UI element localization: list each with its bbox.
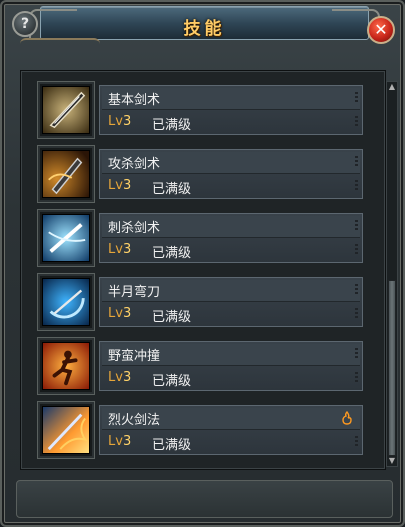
skill-status: 已满级 [152, 246, 192, 261]
row-grip [355, 436, 358, 448]
skill-level: Lv3 [108, 178, 132, 193]
skill-name: 刺杀剑术 [108, 221, 161, 236]
skill-row[interactable]: 半月弯刀 Lv3 已满级 [33, 273, 363, 331]
row-grip [355, 284, 358, 296]
skill-row[interactable]: 刺杀剑术 Lv3 已满级 [33, 209, 363, 267]
skill-name: 烈火剑法 [108, 413, 161, 428]
skill-status: 已满级 [152, 438, 192, 453]
barbarian-charge-icon [42, 342, 90, 390]
skill-row[interactable]: 攻杀剑术 Lv3 已满级 [33, 145, 363, 203]
help-button[interactable]: ? [12, 11, 38, 37]
row-grip [355, 308, 358, 320]
row-grip [355, 348, 358, 360]
row-grip [355, 244, 358, 256]
skill-icon-frame [37, 145, 95, 203]
row-grip [355, 372, 358, 384]
footer-tab [20, 38, 100, 50]
list-scrollbar[interactable]: ▲ ▼ [386, 81, 398, 467]
skill-icon-frame [37, 401, 95, 459]
row-grip [355, 180, 358, 192]
skill-info: 野蛮冲撞 Lv3 已满级 [99, 341, 363, 391]
row-grip [355, 156, 358, 168]
skill-level: Lv3 [108, 434, 132, 449]
close-button[interactable]: ✕ [367, 16, 395, 44]
skill-row[interactable]: 烈火剑法 Lv3 已满级 [33, 401, 363, 459]
skill-icon-frame [37, 337, 95, 395]
skill-info: 刺杀剑术 Lv3 已满级 [99, 213, 363, 263]
skill-icon-frame [37, 81, 95, 139]
skill-level: Lv3 [108, 242, 132, 257]
skill-level: Lv3 [108, 370, 132, 385]
skill-info: 攻杀剑术 Lv3 已满级 [99, 149, 363, 199]
skill-name: 攻杀剑术 [108, 157, 161, 172]
skill-row[interactable]: 野蛮冲撞 Lv3 已满级 [33, 337, 363, 395]
scroll-thumb[interactable] [388, 280, 396, 456]
skill-status: 已满级 [152, 310, 192, 325]
skill-icon-frame [37, 209, 95, 267]
skill-level: Lv3 [108, 306, 132, 321]
row-grip [355, 116, 358, 128]
skill-info: 烈火剑法 Lv3 已满级 [99, 405, 363, 455]
panel-footer [16, 480, 393, 518]
row-grip [355, 92, 358, 104]
scroll-down-arrow-icon[interactable]: ▼ [387, 456, 397, 466]
window-title: 技能 [183, 19, 226, 39]
skill-info: 半月弯刀 Lv3 已满级 [99, 277, 363, 327]
skill-name: 半月弯刀 [108, 285, 161, 300]
skill-name: 基本剑术 [108, 93, 161, 108]
scroll-up-arrow-icon[interactable]: ▲ [387, 82, 397, 92]
attack-sword-icon [42, 150, 90, 198]
skill-list: 基本剑术 Lv3 已满级 攻杀剑术 Lv3 已满级 刺杀剑术 Lv3 已满级 半… [20, 70, 398, 470]
crescent-blade-icon [42, 278, 90, 326]
skill-level: Lv3 [108, 114, 132, 129]
skill-name: 野蛮冲撞 [108, 349, 161, 364]
flame-sword-icon [42, 406, 90, 454]
skill-panel: 技能 ? ✕ 基本剑术 Lv3 已满级 攻杀剑术 Lv3 已满级 刺杀剑术 Lv… [0, 0, 405, 527]
skill-row[interactable]: 基本剑术 Lv3 已满级 [33, 81, 363, 139]
skill-info: 基本剑术 Lv3 已满级 [99, 85, 363, 135]
flame-badge-icon [342, 411, 352, 425]
title-bar: 技能 [29, 6, 380, 40]
skill-status: 已满级 [152, 182, 192, 197]
skill-status: 已满级 [152, 118, 192, 133]
row-grip [355, 220, 358, 232]
skill-icon-frame [37, 273, 95, 331]
sword-blade-icon [42, 86, 90, 134]
skill-status: 已满级 [152, 374, 192, 389]
thrust-sword-icon [42, 214, 90, 262]
